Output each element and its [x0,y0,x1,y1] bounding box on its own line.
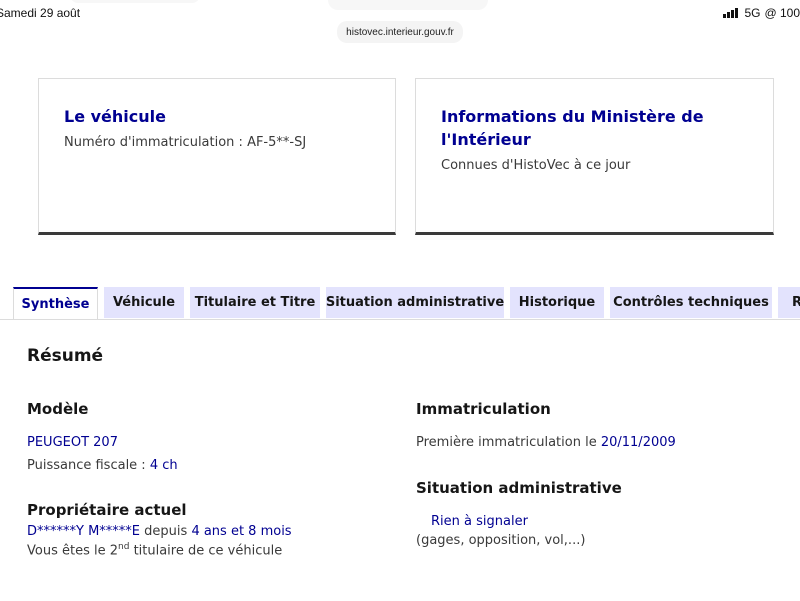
network-label: 5G [744,6,761,20]
owner-rank-suffix: titulaire de ce véhicule [133,543,283,559]
model-name: PEUGEOT 207 [27,435,118,450]
admin-status: Rien à signaler [431,514,528,529]
owner-line: D******Y M*****E depuis 4 ans et 8 mois [27,524,292,539]
card-subtitle: Connues d'HistoVec à ce jour [441,158,631,173]
first-registration-label: Première immatriculation le [416,435,597,450]
status-extra: @ 100 [764,6,800,20]
tab-vehicule[interactable]: Véhicule [104,287,184,318]
owner-since-label: depuis [144,524,188,539]
card-title: Le véhicule [64,107,166,126]
summary-title: Résumé [27,346,104,366]
browser-chrome-decoration [328,0,488,10]
owner-rank-sup: nd [118,542,130,552]
model-heading: Modèle [27,400,89,418]
status-indicators: 5G @ 100 [723,6,800,20]
tab-bar: Synthèse Véhicule Titulaire et Titre Sit… [13,287,800,320]
admin-heading: Situation administrative [416,479,622,497]
tab-situation-administrative[interactable]: Situation administrative [326,287,504,318]
tab-synthese[interactable]: Synthèse [13,287,98,320]
owner-name: D******Y M*****E [27,524,141,539]
address-bar[interactable]: histovec.interieur.gouv.fr [337,21,463,43]
first-registration-date: 20/11/2009 [600,435,676,450]
owner-duration: 4 ans et 8 mois [191,524,292,539]
signal-icon [723,8,739,18]
tab-historique[interactable]: Historique [510,287,604,318]
ministry-card: Informations du Ministère de l'Intérieur… [415,78,774,235]
card-title: Informations du Ministère de l'Intérieur [441,107,704,149]
browser-chrome-decoration [70,0,200,3]
tab-controles-techniques[interactable]: Contrôles techniques [610,287,772,318]
fiscal-power: Puissance fiscale : 4 ch [27,458,178,473]
owner-heading: Propriétaire actuel [27,501,187,519]
first-registration: Première immatriculation le 20/11/2009 [416,435,676,450]
fiscal-power-value: 4 ch [149,458,178,473]
url-text: histovec.interieur.gouv.fr [346,26,454,38]
owner-rank: Vous êtes le 2nd titulaire de ce véhicul… [27,542,282,558]
tab-titulaire[interactable]: Titulaire et Titre [190,287,320,318]
status-date: Samedi 29 août [0,6,81,20]
admin-detail: (gages, opposition, vol,...) [416,533,586,548]
fiscal-power-label: Puissance fiscale : [27,458,146,473]
vehicle-card: Le véhicule Numéro d'immatriculation : A… [38,78,396,235]
registration-heading: Immatriculation [416,400,551,418]
tab-overflow[interactable]: R [778,287,800,318]
owner-rank-prefix: Vous êtes le 2 [27,543,118,559]
registration-number: Numéro d'immatriculation : AF-5**-SJ [64,135,307,150]
